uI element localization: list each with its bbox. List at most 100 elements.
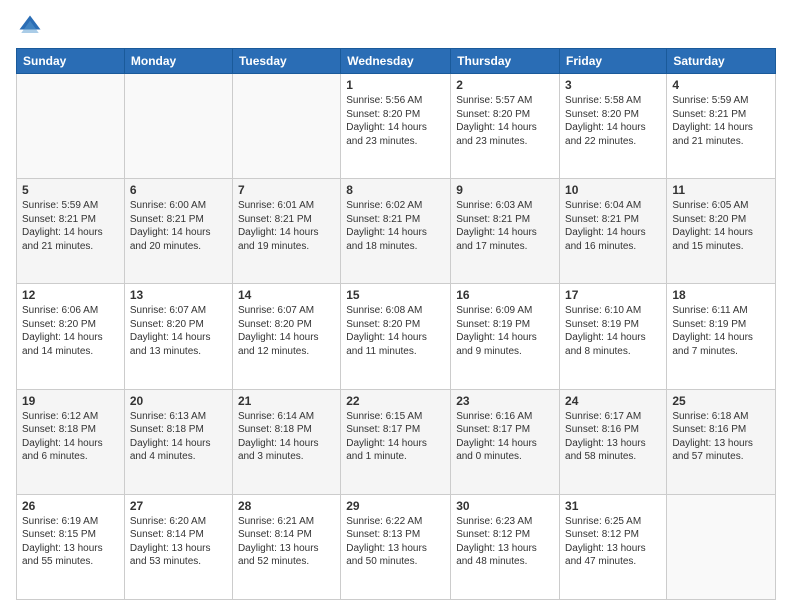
calendar-table: SundayMondayTuesdayWednesdayThursdayFrid…: [16, 48, 776, 600]
day-info: Sunrise: 5:58 AM Sunset: 8:20 PM Dayligh…: [565, 95, 646, 147]
day-info: Sunrise: 6:04 AM Sunset: 8:21 PM Dayligh…: [565, 200, 646, 252]
day-number: 24: [565, 394, 661, 408]
day-number: 31: [565, 499, 661, 513]
day-info: Sunrise: 6:14 AM Sunset: 8:18 PM Dayligh…: [238, 411, 319, 463]
day-number: 12: [22, 288, 119, 302]
calendar-cell: 31 Sunrise: 6:25 AM Sunset: 8:12 PM Dayli…: [560, 494, 667, 599]
calendar-header-thursday: Thursday: [451, 49, 560, 74]
calendar-cell: 25 Sunrise: 6:18 AM Sunset: 8:16 PM Dayli…: [667, 389, 776, 494]
calendar-cell: 29 Sunrise: 6:22 AM Sunset: 8:13 PM Dayli…: [341, 494, 451, 599]
day-info: Sunrise: 5:56 AM Sunset: 8:20 PM Dayligh…: [346, 95, 427, 147]
calendar-cell: 1 Sunrise: 5:56 AM Sunset: 8:20 PM Daylig…: [341, 74, 451, 179]
calendar-cell: [124, 74, 232, 179]
day-info: Sunrise: 6:10 AM Sunset: 8:19 PM Dayligh…: [565, 305, 646, 357]
day-info: Sunrise: 5:59 AM Sunset: 8:21 PM Dayligh…: [22, 200, 103, 252]
calendar-cell: 12 Sunrise: 6:06 AM Sunset: 8:20 PM Dayli…: [17, 284, 125, 389]
day-number: 2: [456, 78, 554, 92]
calendar-cell: 23 Sunrise: 6:16 AM Sunset: 8:17 PM Dayli…: [451, 389, 560, 494]
day-number: 20: [130, 394, 227, 408]
day-info: Sunrise: 6:08 AM Sunset: 8:20 PM Dayligh…: [346, 305, 427, 357]
day-number: 1: [346, 78, 445, 92]
day-number: 8: [346, 183, 445, 197]
day-info: Sunrise: 5:59 AM Sunset: 8:21 PM Dayligh…: [672, 95, 753, 147]
calendar-cell: 3 Sunrise: 5:58 AM Sunset: 8:20 PM Daylig…: [560, 74, 667, 179]
day-number: 10: [565, 183, 661, 197]
calendar-week-3: 19 Sunrise: 6:12 AM Sunset: 8:18 PM Dayli…: [17, 389, 776, 494]
calendar-cell: 7Sunrise: 6:01 AM Sunset: 8:21 PM Daylig…: [232, 179, 340, 284]
calendar-cell: 26 Sunrise: 6:19 AM Sunset: 8:15 PM Dayli…: [17, 494, 125, 599]
calendar-header-wednesday: Wednesday: [341, 49, 451, 74]
calendar-cell: 27 Sunrise: 6:20 AM Sunset: 8:14 PM Dayli…: [124, 494, 232, 599]
calendar-cell: 21Sunrise: 6:14 AM Sunset: 8:18 PM Dayli…: [232, 389, 340, 494]
calendar-cell: 11 Sunrise: 6:05 AM Sunset: 8:20 PM Dayli…: [667, 179, 776, 284]
calendar-cell: [232, 74, 340, 179]
calendar-week-4: 26 Sunrise: 6:19 AM Sunset: 8:15 PM Dayli…: [17, 494, 776, 599]
calendar-cell: 5Sunrise: 5:59 AM Sunset: 8:21 PM Daylig…: [17, 179, 125, 284]
day-number: 29: [346, 499, 445, 513]
day-number: 19: [22, 394, 119, 408]
calendar-cell: 8 Sunrise: 6:02 AM Sunset: 8:21 PM Daylig…: [341, 179, 451, 284]
day-info: Sunrise: 5:57 AM Sunset: 8:20 PM Dayligh…: [456, 95, 537, 147]
calendar-cell: 17Sunrise: 6:10 AM Sunset: 8:19 PM Dayli…: [560, 284, 667, 389]
day-info: Sunrise: 6:25 AM Sunset: 8:12 PM Dayligh…: [565, 516, 646, 568]
calendar-cell: 6 Sunrise: 6:00 AM Sunset: 8:21 PM Daylig…: [124, 179, 232, 284]
day-info: Sunrise: 6:19 AM Sunset: 8:15 PM Dayligh…: [22, 516, 103, 568]
calendar-cell: 2 Sunrise: 5:57 AM Sunset: 8:20 PM Daylig…: [451, 74, 560, 179]
day-info: Sunrise: 6:07 AM Sunset: 8:20 PM Dayligh…: [130, 305, 211, 357]
day-number: 15: [346, 288, 445, 302]
day-number: 11: [672, 183, 770, 197]
day-number: 13: [130, 288, 227, 302]
day-info: Sunrise: 6:09 AM Sunset: 8:19 PM Dayligh…: [456, 305, 537, 357]
calendar-cell: 14 Sunrise: 6:07 AM Sunset: 8:20 PM Dayli…: [232, 284, 340, 389]
day-info: Sunrise: 6:05 AM Sunset: 8:20 PM Dayligh…: [672, 200, 753, 252]
day-info: Sunrise: 6:20 AM Sunset: 8:14 PM Dayligh…: [130, 516, 211, 568]
calendar-week-0: 1 Sunrise: 5:56 AM Sunset: 8:20 PM Daylig…: [17, 74, 776, 179]
day-number: 25: [672, 394, 770, 408]
calendar-cell: 18Sunrise: 6:11 AM Sunset: 8:19 PM Dayli…: [667, 284, 776, 389]
day-info: Sunrise: 6:07 AM Sunset: 8:20 PM Dayligh…: [238, 305, 319, 357]
calendar-header-saturday: Saturday: [667, 49, 776, 74]
day-info: Sunrise: 6:06 AM Sunset: 8:20 PM Dayligh…: [22, 305, 103, 357]
day-number: 30: [456, 499, 554, 513]
calendar-cell: [17, 74, 125, 179]
calendar-cell: 22 Sunrise: 6:15 AM Sunset: 8:17 PM Dayli…: [341, 389, 451, 494]
calendar-cell: 9Sunrise: 6:03 AM Sunset: 8:21 PM Daylig…: [451, 179, 560, 284]
logo: [16, 12, 48, 40]
day-info: Sunrise: 6:16 AM Sunset: 8:17 PM Dayligh…: [456, 411, 537, 463]
day-info: Sunrise: 6:00 AM Sunset: 8:21 PM Dayligh…: [130, 200, 211, 252]
calendar-cell: 10 Sunrise: 6:04 AM Sunset: 8:21 PM Dayli…: [560, 179, 667, 284]
day-number: 22: [346, 394, 445, 408]
day-info: Sunrise: 6:12 AM Sunset: 8:18 PM Dayligh…: [22, 411, 103, 463]
calendar-cell: 13 Sunrise: 6:07 AM Sunset: 8:20 PM Dayli…: [124, 284, 232, 389]
day-number: 26: [22, 499, 119, 513]
calendar-cell: 4 Sunrise: 5:59 AM Sunset: 8:21 PM Daylig…: [667, 74, 776, 179]
day-number: 14: [238, 288, 335, 302]
calendar-cell: 15 Sunrise: 6:08 AM Sunset: 8:20 PM Dayli…: [341, 284, 451, 389]
calendar-header-sunday: Sunday: [17, 49, 125, 74]
day-number: 23: [456, 394, 554, 408]
day-info: Sunrise: 6:02 AM Sunset: 8:21 PM Dayligh…: [346, 200, 427, 252]
calendar-header-monday: Monday: [124, 49, 232, 74]
day-info: Sunrise: 6:17 AM Sunset: 8:16 PM Dayligh…: [565, 411, 646, 463]
day-number: 28: [238, 499, 335, 513]
day-number: 3: [565, 78, 661, 92]
calendar-header-friday: Friday: [560, 49, 667, 74]
calendar-header-tuesday: Tuesday: [232, 49, 340, 74]
calendar-cell: [667, 494, 776, 599]
day-number: 16: [456, 288, 554, 302]
day-info: Sunrise: 6:13 AM Sunset: 8:18 PM Dayligh…: [130, 411, 211, 463]
day-info: Sunrise: 6:01 AM Sunset: 8:21 PM Dayligh…: [238, 200, 319, 252]
header: [16, 12, 776, 40]
calendar-header-row: SundayMondayTuesdayWednesdayThursdayFrid…: [17, 49, 776, 74]
day-info: Sunrise: 6:03 AM Sunset: 8:21 PM Dayligh…: [456, 200, 537, 252]
day-info: Sunrise: 6:15 AM Sunset: 8:17 PM Dayligh…: [346, 411, 427, 463]
day-info: Sunrise: 6:11 AM Sunset: 8:19 PM Dayligh…: [672, 305, 753, 357]
calendar-cell: 30 Sunrise: 6:23 AM Sunset: 8:12 PM Dayli…: [451, 494, 560, 599]
logo-icon: [16, 12, 44, 40]
day-info: Sunrise: 6:22 AM Sunset: 8:13 PM Dayligh…: [346, 516, 427, 568]
day-number: 27: [130, 499, 227, 513]
day-number: 4: [672, 78, 770, 92]
day-number: 6: [130, 183, 227, 197]
day-info: Sunrise: 6:23 AM Sunset: 8:12 PM Dayligh…: [456, 516, 537, 568]
day-info: Sunrise: 6:18 AM Sunset: 8:16 PM Dayligh…: [672, 411, 753, 463]
